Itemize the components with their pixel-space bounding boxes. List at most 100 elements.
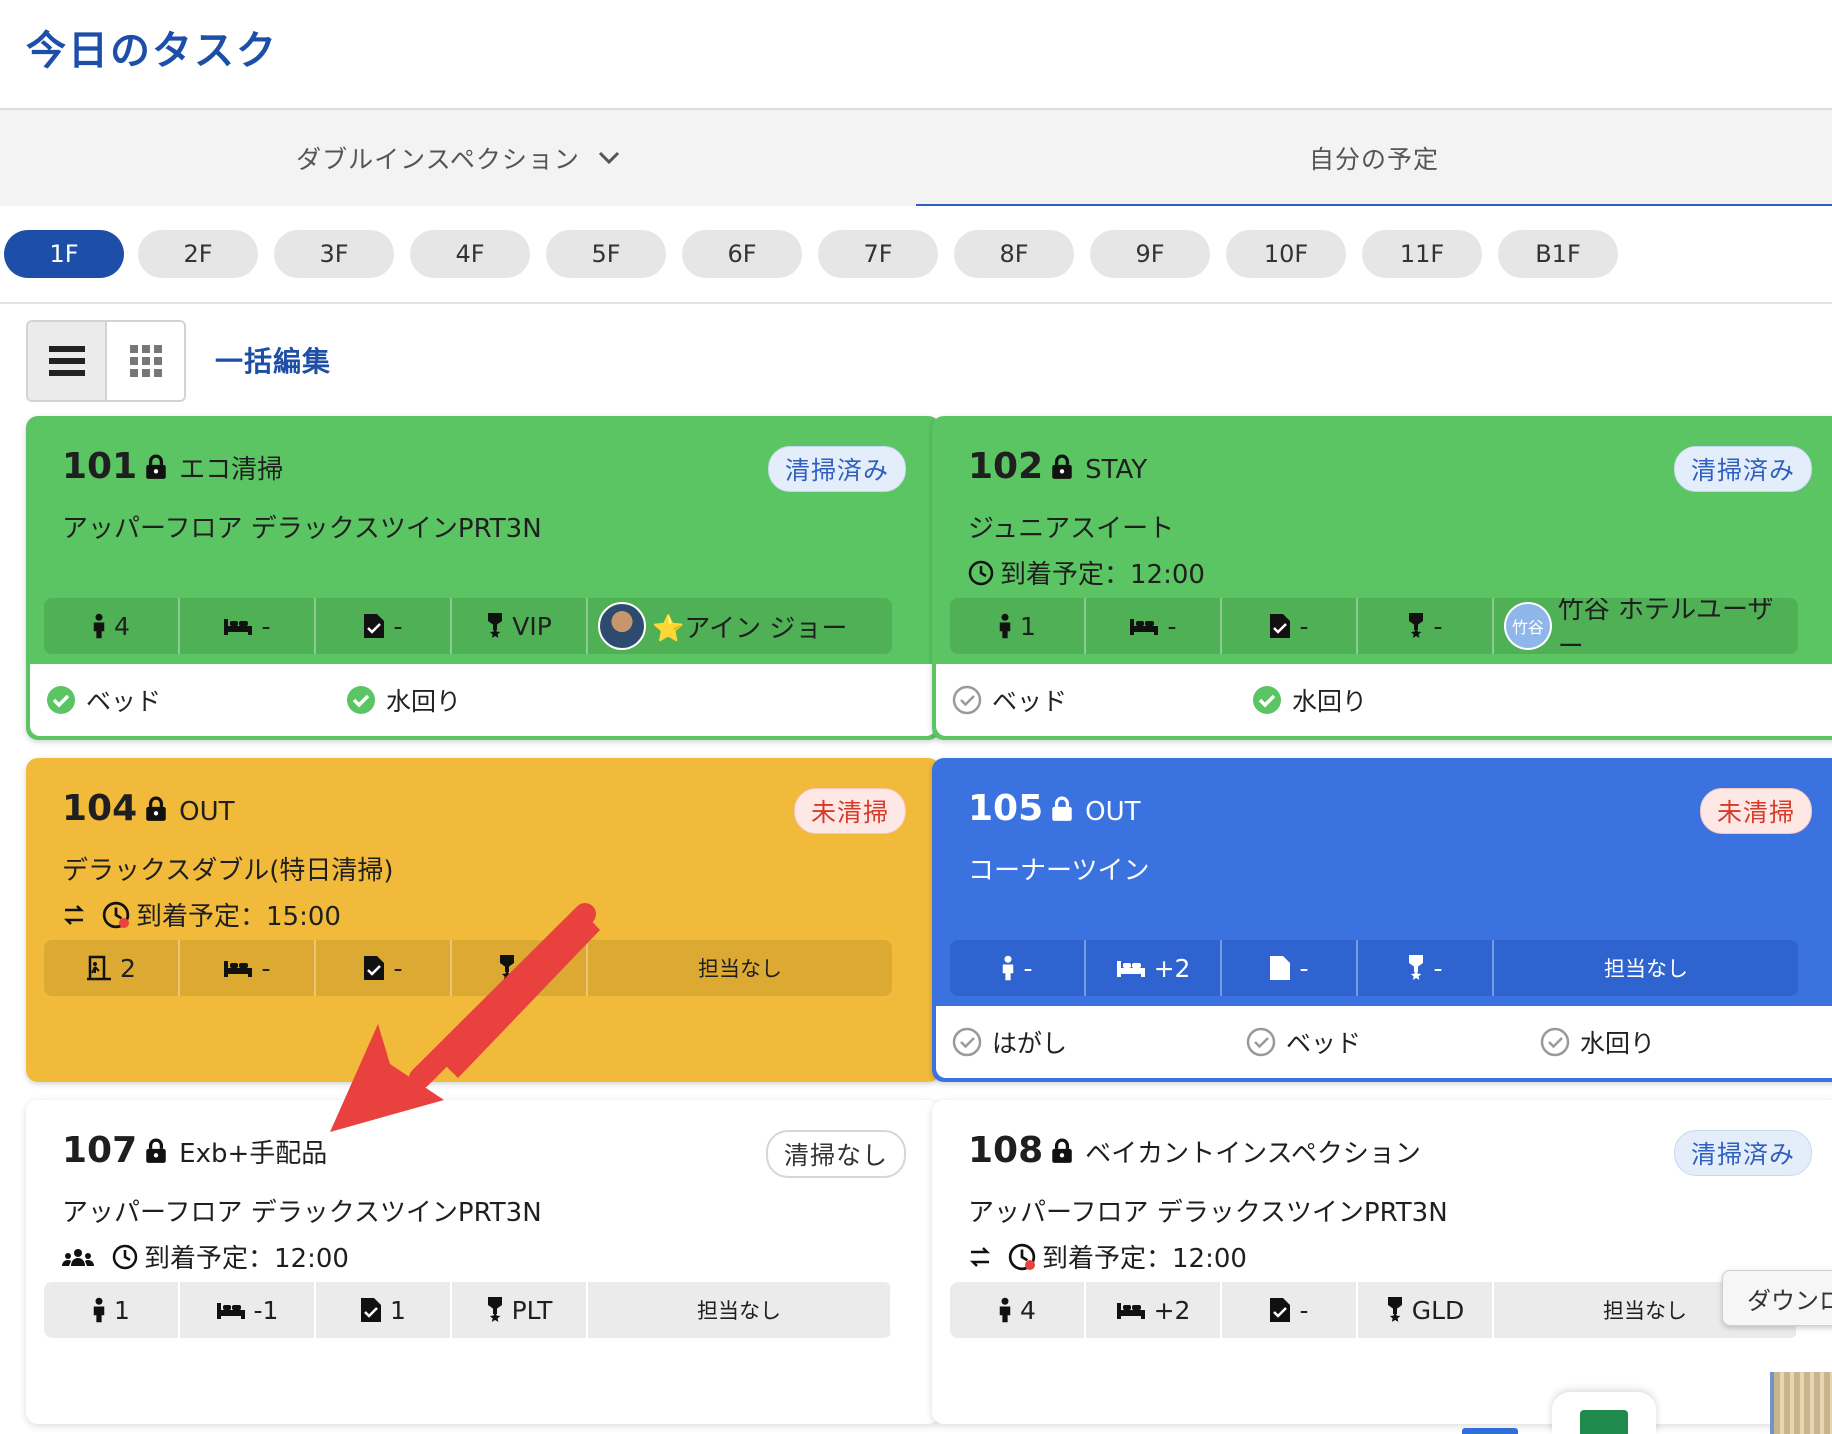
stat-docs: - — [316, 598, 452, 654]
chevron-down-icon — [598, 151, 619, 165]
list-view-icon — [48, 346, 85, 376]
active-tab-indicator — [916, 204, 1832, 206]
swap-icon — [62, 903, 86, 927]
lock-icon — [1051, 454, 1073, 480]
floor-pill-2f[interactable]: 2F — [138, 230, 258, 278]
cleaning-type: STAY — [1085, 455, 1148, 485]
clock-icon — [968, 560, 994, 586]
assignee-name: ⭐アイン ジョー — [652, 613, 848, 644]
stat-beds: - — [180, 598, 316, 654]
room-card-104[interactable]: 104 OUT 未清掃 デラックスダブル(特日清掃) 到着予定：15:00 2 … — [26, 758, 940, 1082]
stat-guests: 2 — [44, 940, 180, 996]
person-icon — [998, 1297, 1012, 1323]
tab-bar: ダブルインスペクション 自分の予定 — [0, 110, 1832, 206]
room-stats-bar: 4 +2 - GLD 担当なし — [950, 1282, 1798, 1338]
tab-label: 自分の予定 — [1308, 145, 1439, 174]
swap-icon — [968, 1245, 992, 1269]
avatar: 竹谷 — [1504, 602, 1552, 650]
status-badge: 清掃済み — [1673, 446, 1812, 492]
document-check-icon — [1269, 1297, 1291, 1323]
stat-beds: -1 — [180, 1282, 316, 1338]
bed-icon — [1116, 1300, 1146, 1320]
floor-pill-8f[interactable]: 8F — [954, 230, 1074, 278]
check-circle-done-icon — [1252, 685, 1282, 715]
document-check-icon — [1269, 955, 1291, 981]
floor-divider — [0, 302, 1832, 304]
avatar — [598, 602, 646, 650]
room-card-102[interactable]: 102 STAY 清掃済み ジュニアスイート 到着予定：12:00 1 - - … — [932, 416, 1832, 740]
arrival-time: 到着予定：12:00 — [968, 554, 1205, 591]
floor-pill-5f[interactable]: 5F — [546, 230, 666, 278]
check-item-water[interactable]: 水回り — [346, 682, 461, 718]
lock-icon — [145, 796, 167, 822]
assignee[interactable]: 担当なし — [1494, 940, 1798, 996]
cleaning-type: OUT — [1085, 797, 1141, 827]
check-item-water[interactable]: 水回り — [1540, 1024, 1655, 1060]
floor-pill-3f[interactable]: 3F — [274, 230, 394, 278]
check-circle-todo-icon — [1246, 1027, 1276, 1057]
check-item-water[interactable]: 水回り — [1252, 682, 1367, 718]
excel-app-icon[interactable] — [1552, 1392, 1656, 1434]
room-number: 104 — [62, 788, 138, 829]
floor-pill-9f[interactable]: 9F — [1090, 230, 1210, 278]
stat-rank: GLD — [1358, 1282, 1494, 1338]
check-circle-done-icon — [346, 685, 376, 715]
stat-guests: 4 — [44, 598, 180, 654]
room-name: アッパーフロア デラックスツインPRT3N — [62, 1198, 542, 1228]
document-check-icon — [363, 955, 385, 981]
list-view-button[interactable] — [28, 322, 107, 400]
check-item-bed[interactable]: ベッド — [1246, 1024, 1361, 1060]
tab-label: ダブルインスペクション — [296, 145, 580, 174]
tab-my-schedule[interactable]: 自分の予定 — [916, 110, 1832, 206]
floor-pill-1f[interactable]: 1F — [4, 230, 124, 278]
medal-icon — [1407, 954, 1425, 982]
spreadsheet-icon — [1580, 1410, 1628, 1434]
assignee[interactable]: 担当なし — [588, 1282, 892, 1338]
floor-pill-7f[interactable]: 7F — [818, 230, 938, 278]
check-item-peel[interactable]: はがし — [952, 1024, 1067, 1060]
floor-pill-10f[interactable]: 10F — [1226, 230, 1346, 278]
door-exit-icon — [86, 955, 112, 981]
room-name: アッパーフロア デラックスツインPRT3N — [62, 514, 542, 544]
room-number: 107 — [62, 1130, 138, 1171]
person-icon — [998, 613, 1012, 639]
stat-guests: 1 — [44, 1282, 180, 1338]
assignee[interactable]: 担当なし — [588, 940, 892, 996]
stat-beds: +2 — [1086, 1282, 1222, 1338]
room-card-101[interactable]: 101 エコ清掃 清掃済み アッパーフロア デラックスツインPRT3N 4 - … — [26, 416, 940, 740]
group-icon — [62, 1247, 94, 1267]
room-card-107[interactable]: 107 Exb+手配品 清掃なし アッパーフロア デラックスツインPRT3N 到… — [26, 1100, 940, 1424]
grid-view-button[interactable] — [107, 322, 184, 400]
room-number: 108 — [968, 1130, 1044, 1171]
floor-pill-b1f[interactable]: B1F — [1498, 230, 1618, 278]
floor-pill-4f[interactable]: 4F — [410, 230, 530, 278]
lock-icon — [145, 454, 167, 480]
cleaning-type: ベイカントインスペクション — [1085, 1139, 1421, 1169]
tab-double-inspection[interactable]: ダブルインスペクション — [0, 110, 916, 206]
person-icon — [1001, 955, 1015, 981]
bed-icon — [216, 1300, 246, 1320]
room-card-105[interactable]: 105 OUT 未清掃 コーナーツイン - +2 - - 担当なし はがし ベッ… — [932, 758, 1832, 1082]
room-number: 105 — [968, 788, 1044, 829]
floor-pill-11f[interactable]: 11F — [1362, 230, 1482, 278]
assignee[interactable]: 竹谷 竹谷 ホテルユーザー — [1494, 598, 1798, 654]
arrival-time: 到着予定：15:00 — [62, 896, 341, 933]
bulk-edit-link[interactable]: 一括編集 — [215, 340, 331, 380]
download-tooltip: ダウンロ — [1722, 1270, 1832, 1326]
stat-guests: 4 — [950, 1282, 1086, 1338]
file-thumbnail — [1770, 1372, 1832, 1434]
clock-icon — [112, 1244, 138, 1270]
check-circle-done-icon — [46, 685, 76, 715]
cleaning-type: Exb+手配品 — [179, 1139, 328, 1169]
lock-icon — [145, 1138, 167, 1164]
floor-pill-6f[interactable]: 6F — [682, 230, 802, 278]
assignee[interactable]: ⭐アイン ジョー — [588, 598, 892, 654]
page-title: 今日のタスク — [26, 28, 278, 74]
check-item-bed[interactable]: ベッド — [46, 682, 161, 718]
status-badge: 清掃済み — [767, 446, 906, 492]
medal-icon — [1386, 1296, 1404, 1324]
check-item-bed[interactable]: ベッド — [952, 682, 1067, 718]
grid-view-icon — [129, 345, 162, 377]
room-card-108[interactable]: 108 ベイカントインスペクション 清掃済み アッパーフロア デラックスツインP… — [932, 1100, 1832, 1424]
stat-guests: 1 — [950, 598, 1086, 654]
